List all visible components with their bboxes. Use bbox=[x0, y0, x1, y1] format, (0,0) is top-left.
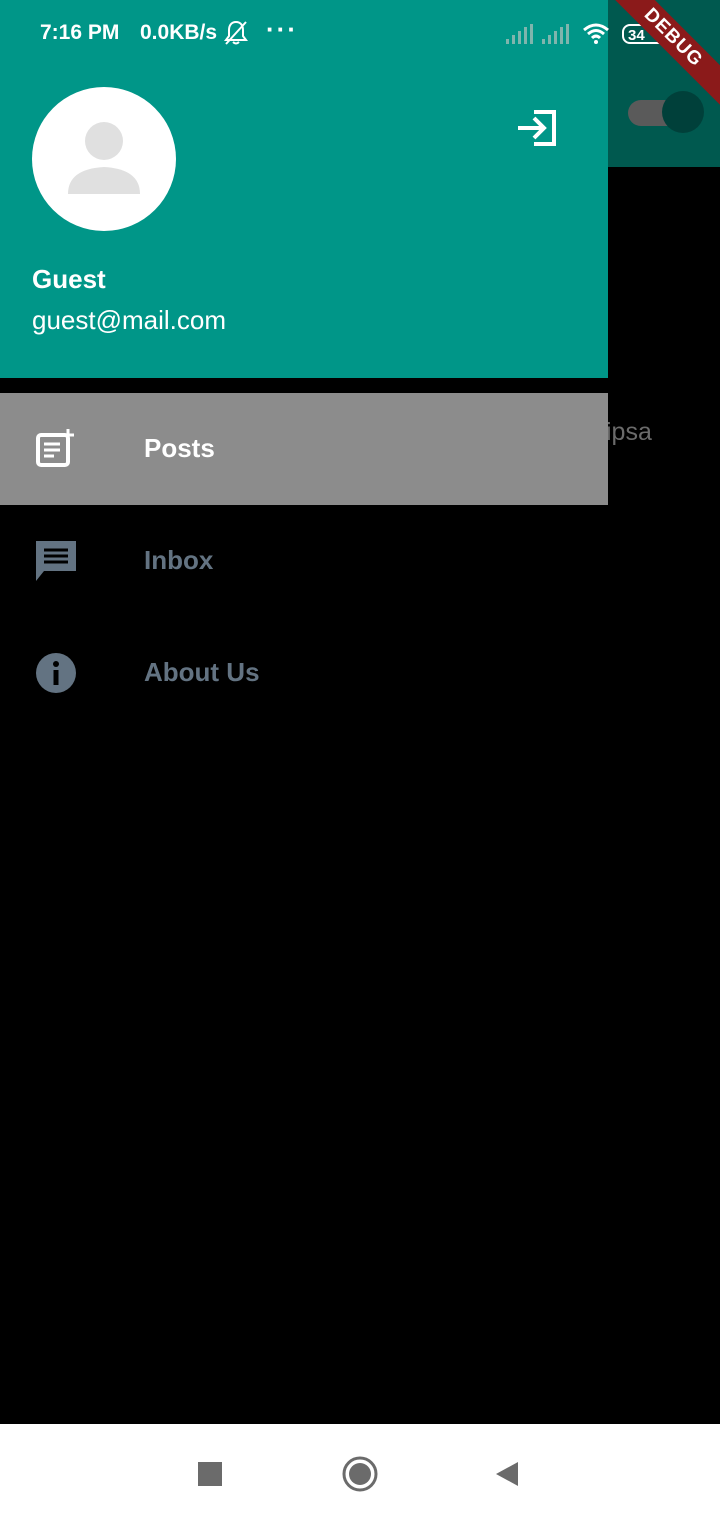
login-icon bbox=[518, 110, 556, 146]
background-text: ipsa bbox=[606, 418, 652, 446]
home-button[interactable] bbox=[340, 1454, 380, 1494]
drawer-item-inbox[interactable]: Inbox bbox=[0, 505, 608, 617]
wifi-icon bbox=[582, 22, 610, 50]
info-icon bbox=[34, 651, 78, 695]
signal-icon bbox=[542, 24, 570, 50]
home-icon bbox=[342, 1456, 378, 1492]
user-name: Guest bbox=[32, 264, 106, 294]
drawer-item-label: Inbox bbox=[144, 545, 214, 575]
person-icon bbox=[68, 122, 140, 194]
status-network-speed: 0.0KB/s bbox=[140, 21, 218, 44]
bell-off-icon bbox=[224, 20, 248, 52]
recents-icon bbox=[198, 1462, 222, 1486]
login-button[interactable] bbox=[512, 104, 560, 152]
back-button[interactable] bbox=[488, 1454, 528, 1494]
drawer-item-posts[interactable]: Posts bbox=[0, 393, 608, 505]
drawer-item-label: Posts bbox=[144, 433, 215, 463]
navigation-drawer: Guest guest@mail.com Posts Inbox About U… bbox=[0, 0, 608, 1424]
drawer-item-about-us[interactable]: About Us bbox=[0, 617, 608, 729]
toggle-thumb bbox=[662, 91, 704, 133]
avatar[interactable] bbox=[32, 87, 176, 231]
chat-icon bbox=[34, 539, 78, 583]
system-nav-bar bbox=[0, 1424, 720, 1520]
theme-toggle[interactable] bbox=[628, 91, 704, 133]
back-icon bbox=[496, 1462, 518, 1486]
signal-icon bbox=[506, 24, 534, 50]
more-notifications-icon: ··· bbox=[266, 14, 298, 44]
user-email: guest@mail.com bbox=[32, 305, 227, 335]
status-bar: 7:16 PM 0.0KB/s ··· 34 bbox=[0, 0, 720, 58]
post-add-icon bbox=[34, 427, 78, 471]
status-time: 7:16 PM bbox=[40, 21, 120, 44]
recents-button[interactable] bbox=[190, 1454, 230, 1494]
drawer-item-label: About Us bbox=[144, 657, 260, 687]
